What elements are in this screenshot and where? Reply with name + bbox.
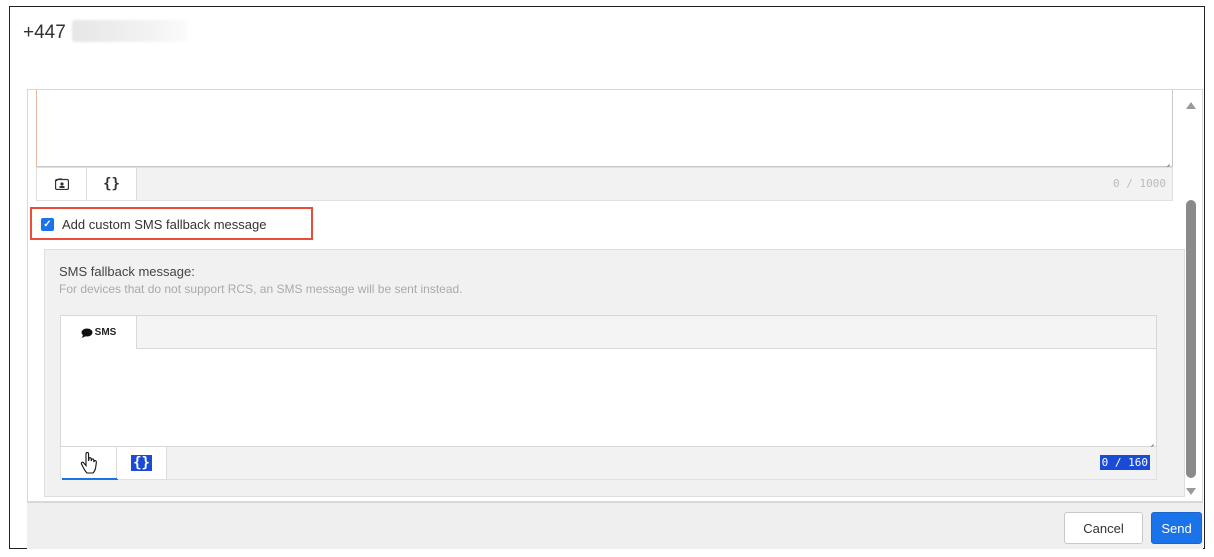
sms-fallback-checkbox-label[interactable]: Add custom SMS fallback message — [62, 217, 266, 232]
tab-sms-label: SMS — [94, 327, 117, 338]
cancel-button[interactable]: Cancel — [1064, 512, 1143, 544]
recipient-phone-number: +447 — [23, 22, 66, 43]
sms-toolbar: {} 0 / 160 — [60, 447, 1157, 480]
insert-contact-button[interactable] — [37, 168, 87, 200]
sms-message-textarea[interactable] — [60, 349, 1157, 447]
resize-handle-icon[interactable] — [1162, 157, 1170, 165]
dialog-frame: +447 {} 0 / 1000 ✓ Add custom SMS fallba… — [9, 6, 1205, 549]
check-icon: ✓ — [43, 218, 52, 230]
variables-icon: {} — [131, 455, 152, 471]
sms-fallback-checkbox-row[interactable]: ✓ Add custom SMS fallback message — [37, 208, 320, 240]
tab-sms[interactable]: SMS — [61, 316, 137, 349]
sms-insert-contact-button[interactable] — [61, 447, 118, 480]
vertical-scrollbar[interactable] — [1184, 90, 1198, 503]
scrollbar-thumb[interactable] — [1186, 200, 1196, 478]
resize-handle-icon[interactable] — [1146, 437, 1154, 445]
dialog-footer: Cancel Send — [27, 502, 1203, 549]
sms-fallback-checkbox[interactable]: ✓ — [41, 217, 54, 231]
scroll-up-arrow-icon[interactable] — [1186, 102, 1196, 109]
scroll-down-arrow-icon[interactable] — [1186, 488, 1196, 495]
sms-tabs: SMS — [60, 315, 1157, 349]
send-button[interactable]: Send — [1151, 512, 1202, 544]
contact-card-icon — [54, 178, 69, 190]
hand-pointer-cursor-icon — [80, 452, 97, 474]
sms-fallback-panel: SMS fallback message: For devices that d… — [44, 249, 1185, 497]
sms-insert-variable-button[interactable]: {} — [117, 447, 167, 479]
redacted-phone-digits — [72, 20, 187, 42]
variables-icon: {} — [103, 176, 120, 192]
sms-fallback-title: SMS fallback message: — [59, 264, 195, 279]
speech-bubble-icon — [81, 328, 93, 338]
active-tool-underline — [62, 478, 118, 480]
insert-variable-button[interactable]: {} — [87, 168, 137, 200]
rcs-char-counter: 0 / 1000 — [1113, 177, 1166, 190]
message-composer-panel: {} 0 / 1000 ✓ Add custom SMS fallback me… — [27, 89, 1203, 502]
rcs-toolbar: {} 0 / 1000 — [36, 167, 1173, 201]
rcs-message-textarea[interactable] — [36, 90, 1173, 167]
sms-fallback-description: For devices that do not support RCS, an … — [59, 282, 463, 296]
sms-char-counter: 0 / 160 — [1099, 455, 1150, 470]
